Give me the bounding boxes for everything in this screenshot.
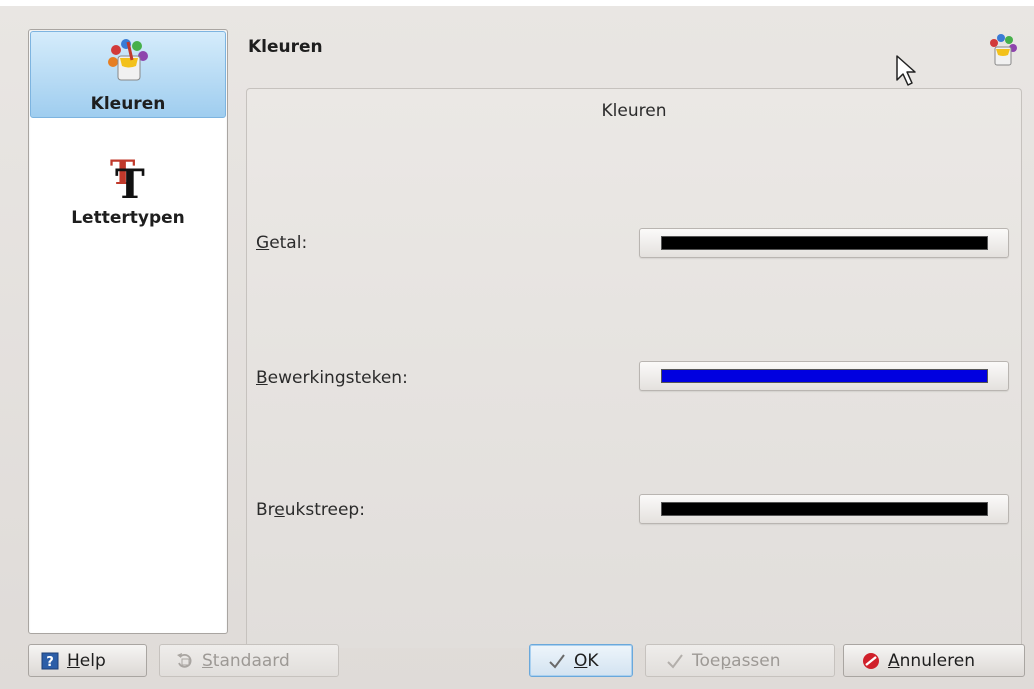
cancel-button[interactable]: Annuleren	[843, 644, 1025, 677]
mouse-cursor-icon	[896, 55, 916, 86]
window-top-edge	[0, 0, 1034, 6]
page-list-sidebar: Kleuren T T Lettertypen	[28, 29, 228, 634]
apply-button[interactable]: Toepassen	[645, 644, 835, 677]
ok-button-label: OK	[574, 650, 599, 671]
defaults-button-label: Standaard	[202, 650, 290, 671]
apply-button-label: Toepassen	[692, 650, 781, 671]
breukstreep-color-button[interactable]	[639, 494, 1009, 524]
getal-label: Getal:	[256, 233, 308, 253]
sidebar-item-label: Kleuren	[90, 94, 166, 114]
sidebar-item-kleuren[interactable]: Kleuren	[30, 31, 226, 118]
fonts-icon: T T	[110, 154, 145, 202]
groupbox-title: Kleuren	[601, 101, 667, 121]
bewerkingsteken-label: Bewerkingsteken:	[256, 368, 408, 388]
sidebar-item-label: Lettertypen	[71, 208, 185, 228]
page-title: Kleuren	[248, 37, 323, 57]
checkmark-icon	[549, 653, 565, 669]
defaults-button[interactable]: Standaard	[159, 644, 339, 677]
colors-icon	[990, 34, 1017, 66]
svg-text:T: T	[115, 161, 145, 202]
sidebar-item-lettertypen[interactable]: T T Lettertypen	[30, 122, 226, 228]
color-swatch	[661, 369, 988, 383]
cancel-button-label: Annuleren	[888, 650, 975, 671]
colors-icon	[108, 39, 148, 81]
help-button-label: Help	[67, 650, 106, 671]
breukstreep-label: Breukstreep:	[256, 500, 365, 520]
checkmark-icon	[667, 653, 683, 669]
help-button[interactable]: ? Help	[28, 644, 147, 677]
ok-button[interactable]: OK	[529, 644, 633, 677]
getal-color-button[interactable]	[639, 228, 1009, 258]
svg-text:?: ?	[46, 655, 54, 670]
color-swatch	[661, 236, 988, 250]
help-icon: ?	[41, 652, 59, 670]
reset-icon	[177, 652, 192, 668]
bewerkingsteken-color-button[interactable]	[639, 361, 1009, 391]
color-swatch	[661, 502, 988, 516]
cancel-icon	[863, 652, 879, 669]
